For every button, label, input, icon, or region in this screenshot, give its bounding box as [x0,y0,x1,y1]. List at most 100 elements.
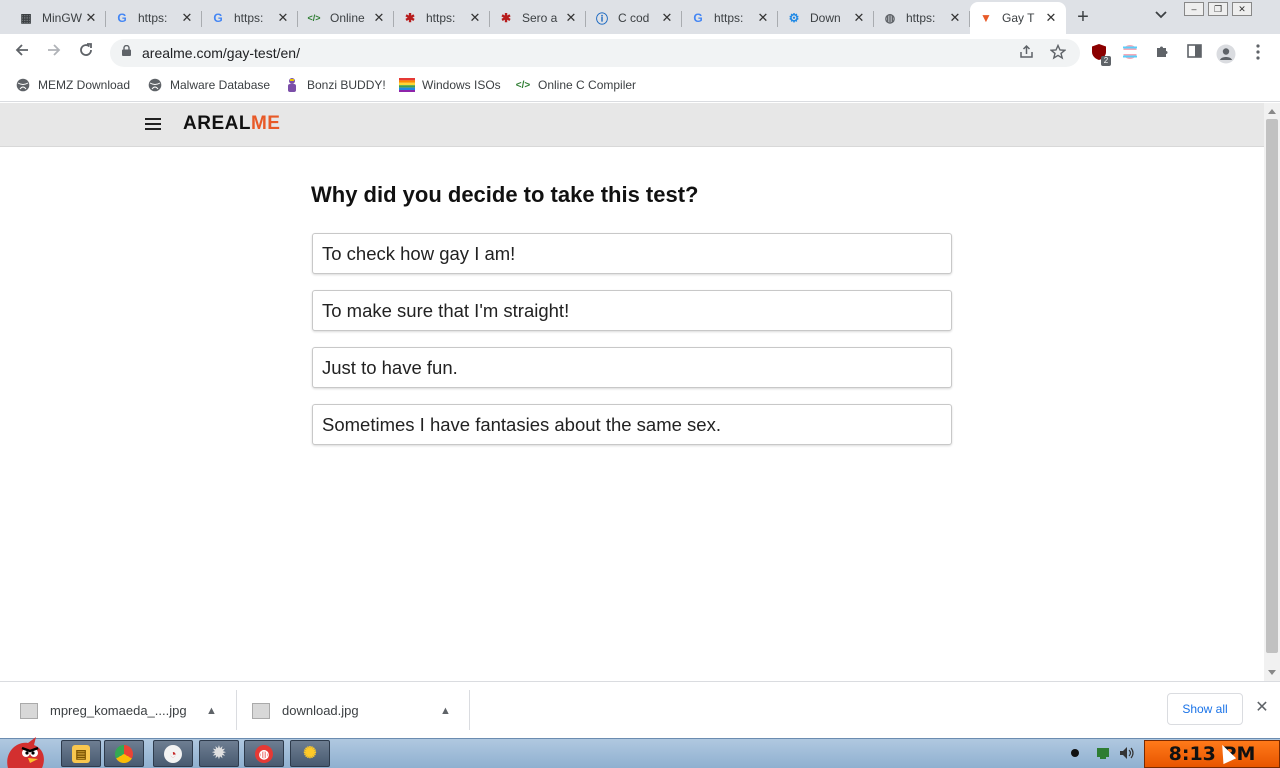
bookmark-label: Windows ISOs [422,78,501,92]
tray-dot-icon[interactable] [1068,746,1082,760]
profile-button[interactable] [1216,44,1236,64]
close-icon[interactable]: ✕ [468,10,482,26]
cog-icon: ✹ [212,744,226,762]
answer-option-2[interactable]: To make sure that I'm straight! [312,290,952,331]
info-icon: ⓘ [595,11,608,26]
browser-tab[interactable]: ▼ Gay T ✕ [970,2,1066,34]
gear-icon: ⚙ [788,11,800,25]
taskbar-explorer-button[interactable]: ▤ [61,740,101,767]
answer-option-4[interactable]: Sometimes I have fantasies about the sam… [312,404,952,445]
show-all-downloads-button[interactable]: Show all [1167,693,1243,725]
scroll-up-arrow[interactable] [1268,109,1276,114]
taskbar-clock[interactable]: 8:13 PM [1144,740,1280,768]
tab-title: https: [906,11,936,25]
lock-icon[interactable] [122,45,131,56]
side-panel-button[interactable] [1185,44,1203,62]
site-logo[interactable]: AREALME [183,113,280,135]
code-icon: </> [515,79,531,91]
download-divider [469,690,470,730]
taskbar-app-button[interactable]: ✺ [290,740,330,767]
tab-title: Down [810,11,841,25]
bonzi-icon [284,77,300,93]
url-text[interactable]: arealme.com/gay-test/en/ [142,45,300,61]
share-icon [1019,44,1033,58]
browser-tab[interactable]: ◍ https: ✕ [874,2,970,34]
kebab-menu-icon [1256,44,1260,60]
scrollbar-thumb[interactable] [1266,119,1278,653]
browser-tab[interactable]: </> Online ✕ [298,2,394,34]
extensions-button[interactable] [1153,44,1171,62]
reload-button[interactable] [76,42,96,62]
tab-title: C cod [618,11,650,25]
tab-title: https: [138,11,168,25]
answer-option-3[interactable]: Just to have fun. [312,347,952,388]
answer-option-1[interactable]: To check how gay I am! [312,233,952,274]
quiz-question: Why did you decide to take this test? [311,182,699,207]
new-tab-button[interactable]: + [1072,6,1094,28]
bookmark-item[interactable]: Windows ISOs [399,77,501,93]
bookmark-item[interactable]: MEMZ Download [15,77,130,93]
image-file-icon [252,702,270,719]
taskbar-app-button[interactable]: ◔ [153,740,193,767]
globe-icon: ◍ [884,11,896,25]
logo-text-areal: AREAL [183,113,251,134]
browser-tab[interactable]: Ghttps: ✕ [202,2,298,34]
close-icon[interactable]: ✕ [852,10,866,26]
forward-button[interactable] [44,42,64,62]
download-item[interactable]: mpreg_komaeda_....jpg ▲ [20,682,232,739]
chevron-up-icon[interactable]: ▲ [440,705,451,717]
browser-tab[interactable]: ✱ Sero a ✕ [490,2,586,34]
chevron-up-icon[interactable]: ▲ [206,705,217,717]
tab-title: https: [234,11,264,25]
tray-network-icon[interactable] [1096,746,1110,760]
browser-menu-button[interactable] [1249,44,1267,62]
close-window-button[interactable]: ✕ [1232,2,1252,16]
bookmark-label: Online C Compiler [538,78,637,92]
folder-icon: ▤ [72,744,90,763]
close-icon[interactable]: ✕ [948,10,962,26]
back-button[interactable] [12,42,32,62]
download-item[interactable]: download.jpg ▲ [252,682,464,739]
bookmark-item[interactable]: Bonzi BUDDY! [284,77,386,93]
tab-search-button[interactable] [1152,8,1170,26]
taskbar-app-button[interactable]: ✹ [199,740,239,767]
angry-bird-start-icon[interactable] [2,731,46,768]
arrow-left-icon [15,44,28,56]
hamburger-menu-icon[interactable] [145,118,161,130]
browser-tab[interactable]: Ghttps: ✕ [106,2,202,34]
google-icon: G [693,11,703,25]
page-scrollbar[interactable] [1264,103,1280,681]
scroll-down-arrow[interactable] [1268,670,1276,675]
close-icon[interactable]: ✕ [276,10,290,26]
browser-tab[interactable]: ⓘ C cod ✕ [586,2,682,34]
pride-extension-button[interactable] [1121,44,1139,62]
close-icon[interactable]: ✕ [180,10,194,26]
tab-title: Sero a [522,11,558,25]
bookmark-star-button[interactable] [1049,43,1067,62]
close-icon[interactable]: ✕ [1044,10,1058,26]
downloads-bar: mpreg_komaeda_....jpg ▲ download.jpg ▲ [0,681,1280,738]
close-icon[interactable]: ✕ [756,10,770,26]
browser-tab[interactable]: Ghttps: ✕ [682,2,778,34]
browser-tab[interactable]: ▦ MinGW ✕ [10,2,106,34]
image-file-icon [20,702,38,719]
restore-button[interactable]: ❐ [1208,2,1228,16]
taskbar-chrome-button[interactable] [104,740,144,767]
close-icon[interactable]: ✕ [564,10,578,26]
browser-tab[interactable]: ⚙ Down ✕ [778,2,874,34]
minimize-button[interactable]: – [1184,2,1204,16]
tray-volume-icon[interactable] [1119,746,1134,760]
spider-icon: ✱ [404,11,416,25]
close-icon[interactable]: ✕ [84,10,98,26]
share-button[interactable] [1017,44,1035,62]
close-icon[interactable]: ✕ [660,10,674,26]
close-icon[interactable]: ✕ [372,10,386,26]
close-downloads-icon[interactable]: ✕ [1254,700,1270,716]
taskbar-app-button[interactable]: ◍ [244,740,284,767]
browser-tab[interactable]: ✱ https: ✕ [394,2,490,34]
fox-icon: ▼ [980,11,992,25]
chevron-down-icon [1155,11,1167,19]
side-panel-icon [1186,44,1202,58]
bookmark-item[interactable]: Malware Database [147,77,270,93]
bookmark-item[interactable]: </> Online C Compiler [515,77,636,93]
